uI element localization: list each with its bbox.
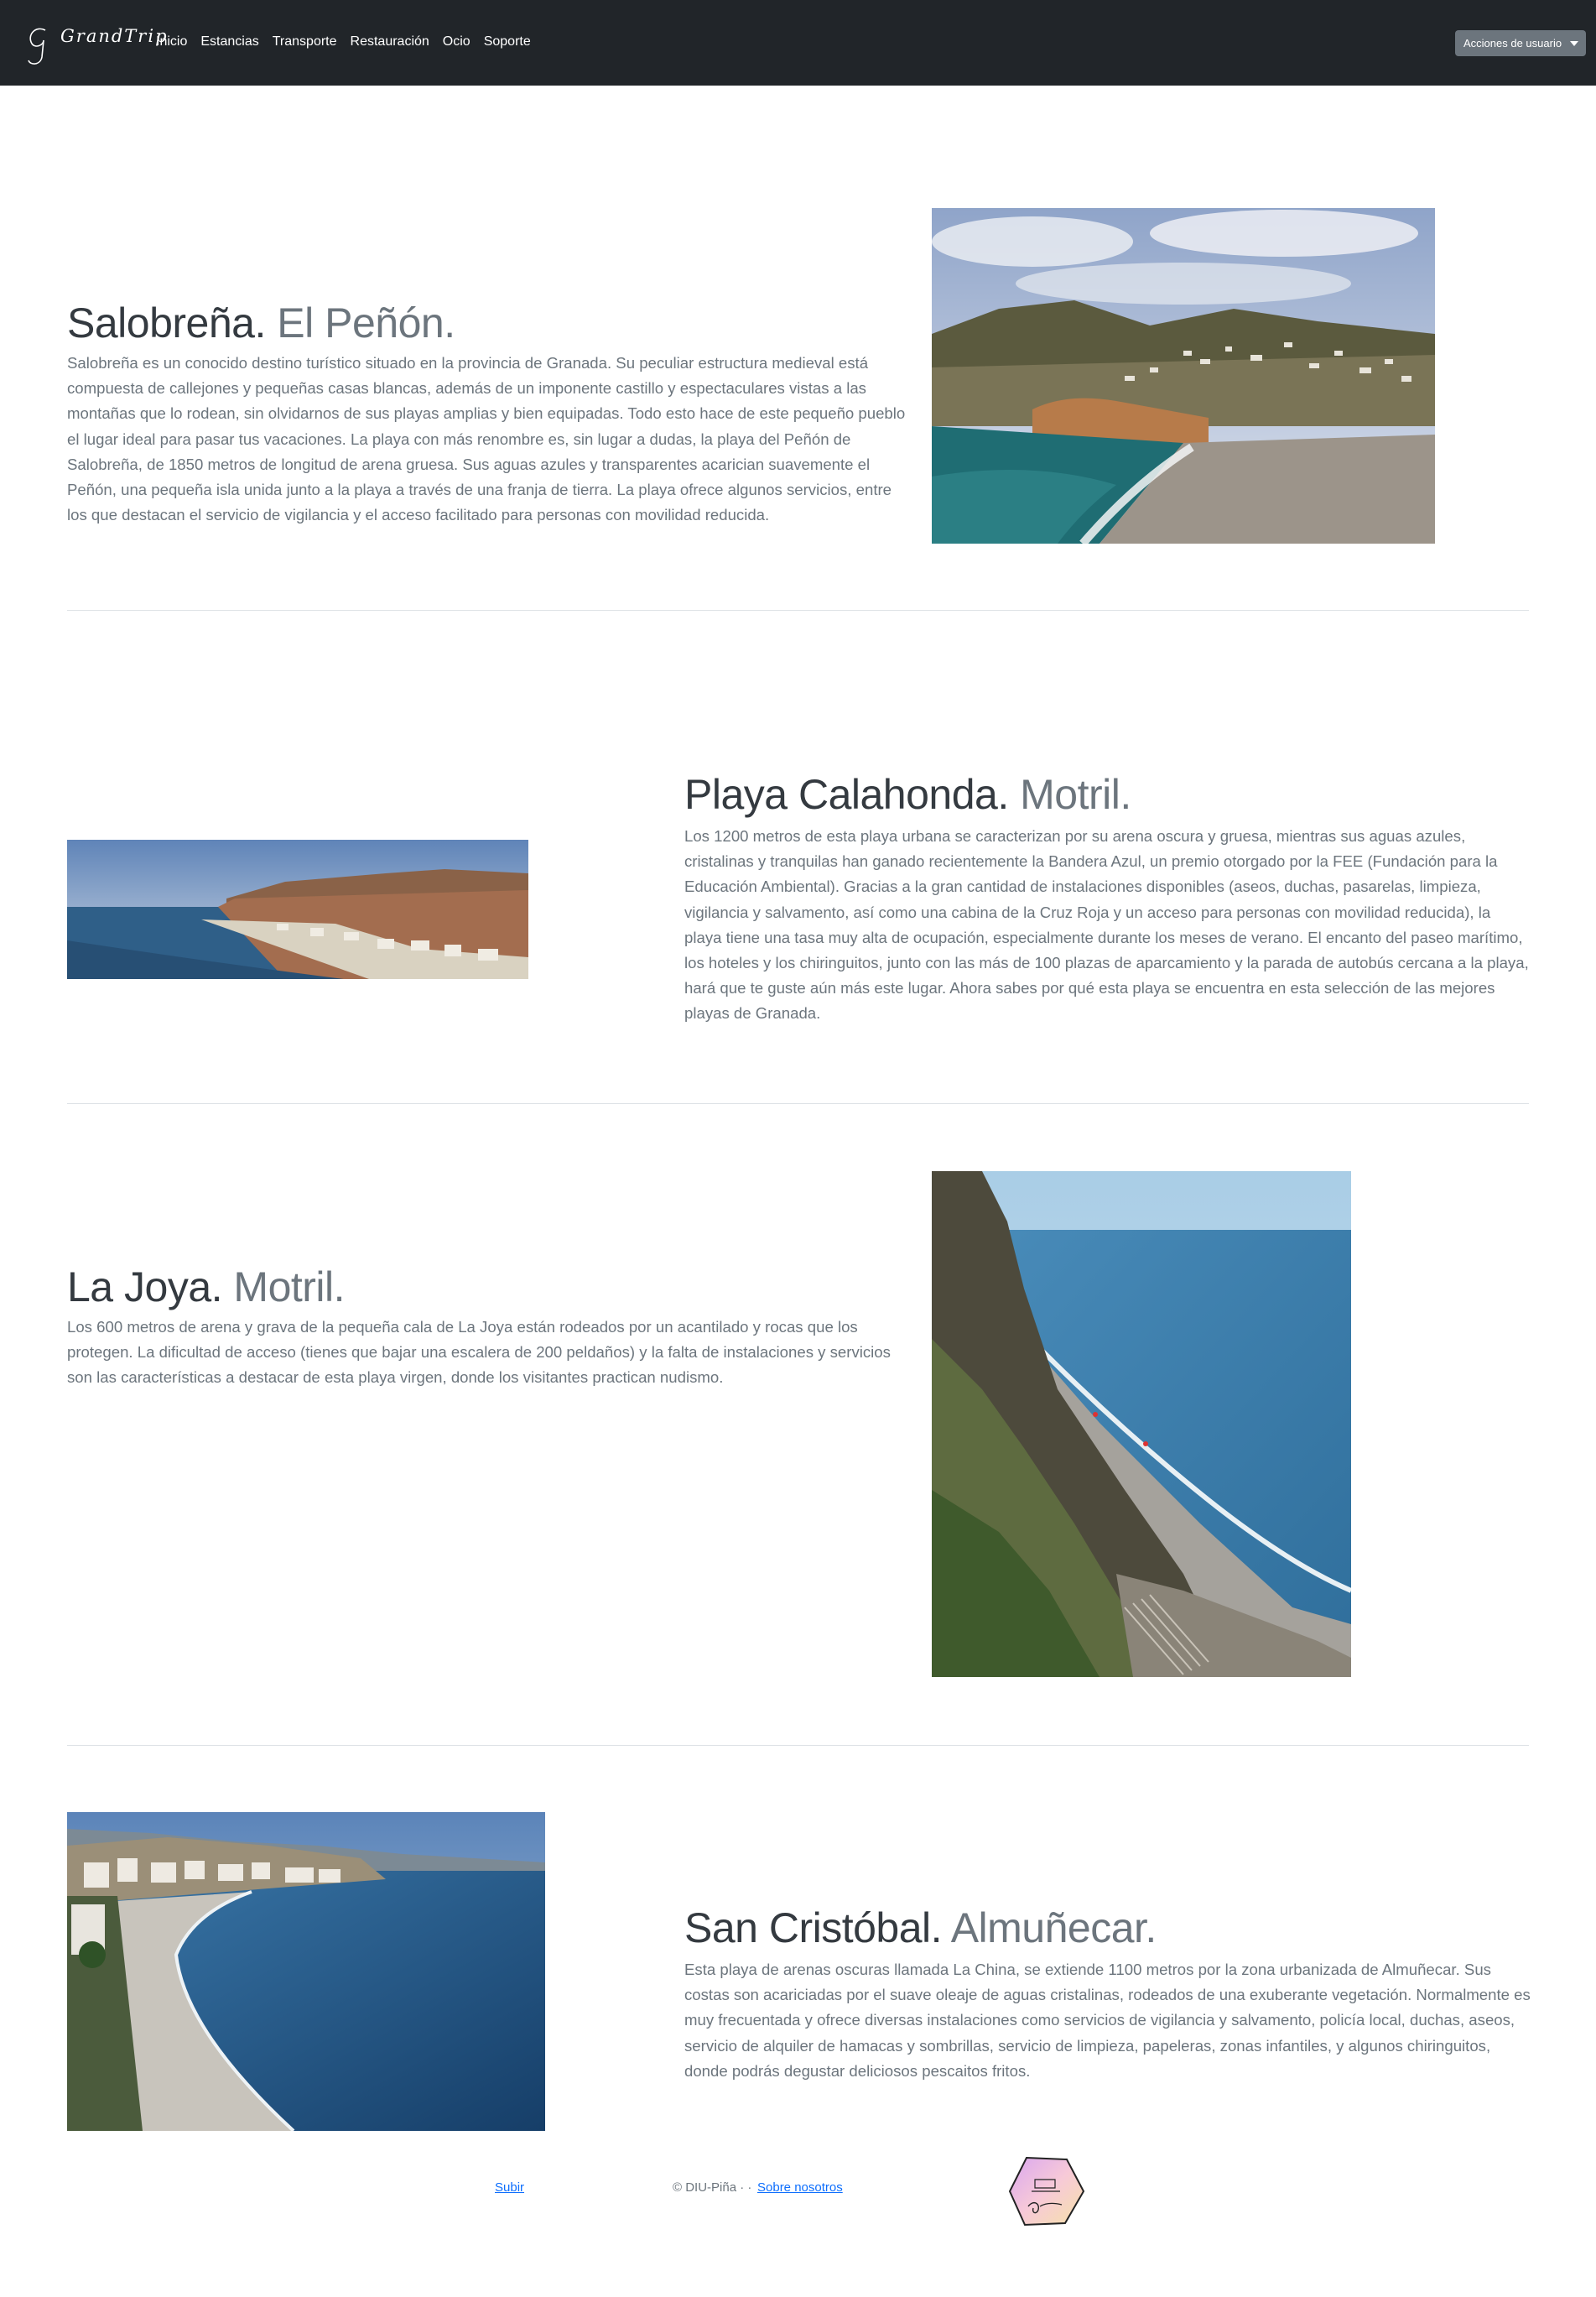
section-text-san-cristobal: Esta playa de arenas oscuras llamada La …: [684, 1961, 1531, 2080]
section-divider: [67, 1103, 1529, 1104]
section-text-salobrena: Salobreña es un conocido destino turísti…: [67, 354, 906, 524]
about-us-link[interactable]: Sobre nosotros: [757, 2180, 843, 2195]
section-divider: [67, 1745, 1529, 1746]
section-subtitle: Almuñecar.: [950, 1904, 1157, 1951]
section-subtitle: Motril.: [1020, 771, 1131, 818]
section-subtitle: Motril.: [233, 1263, 346, 1310]
nav-links: Inicio Estancias Transporte Restauración…: [156, 34, 544, 49]
section-heading-salobrena: Salobreña. El Peñón.: [67, 299, 455, 347]
section-title: Playa Calahonda.: [684, 771, 1009, 818]
section-heading-calahonda: Playa Calahonda. Motril.: [684, 770, 1131, 819]
nav-link-transporte[interactable]: Transporte: [273, 34, 337, 49]
top-navbar: GrandTrip Inicio Estancias Transporte Re…: [0, 0, 1596, 86]
footer-copyright: © DIU-Piña · ·: [673, 2180, 752, 2195]
nav-link-soporte[interactable]: Soporte: [484, 34, 531, 49]
section-heading-san-cristobal: San Cristóbal. Almuñecar.: [684, 1904, 1157, 1952]
caret-down-icon: [1570, 41, 1578, 46]
back-to-top-link[interactable]: Subir: [495, 2180, 524, 2195]
nav-link-restauracion[interactable]: Restauración: [351, 34, 429, 49]
section-text-calahonda: Los 1200 metros de esta playa urbana se …: [684, 827, 1529, 1023]
la-joya-beach-photo: [932, 1171, 1351, 1677]
section-heading-la-joya: La Joya. Motril.: [67, 1263, 346, 1311]
section-title: San Cristóbal.: [684, 1904, 943, 1951]
salobrena-beach-photo: [932, 208, 1435, 544]
footer-logo: [1006, 2154, 1086, 2228]
nav-link-inicio[interactable]: Inicio: [156, 34, 187, 49]
brand-g-icon: [28, 28, 46, 65]
section-title: La Joya.: [67, 1263, 223, 1310]
calahonda-beach-photo: [67, 840, 528, 979]
user-actions-label: Acciones de usuario: [1463, 37, 1562, 49]
brand-name: GrandTrip: [60, 26, 169, 46]
nav-link-estancias[interactable]: Estancias: [200, 34, 258, 49]
section-title: Salobreña.: [67, 299, 266, 346]
section-text-la-joya: Los 600 metros de arena y grava de la pe…: [67, 1318, 891, 1387]
section-subtitle: El Peñón.: [277, 299, 455, 346]
section-divider: [67, 610, 1529, 611]
user-actions-dropdown[interactable]: Acciones de usuario: [1455, 30, 1586, 56]
brand-logo[interactable]: GrandTrip: [23, 20, 167, 69]
nav-link-ocio[interactable]: Ocio: [443, 34, 470, 49]
san-cristobal-beach-photo: [67, 1812, 545, 2131]
